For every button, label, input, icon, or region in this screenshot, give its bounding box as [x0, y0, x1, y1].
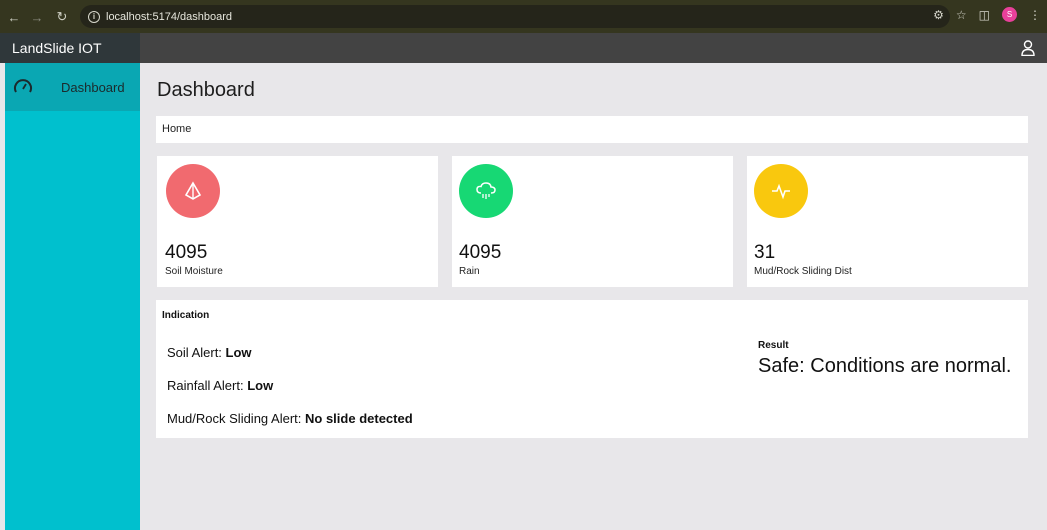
more-menu-icon[interactable]: ⋮ — [1029, 8, 1041, 22]
page-title: Dashboard — [157, 79, 255, 101]
sidebar: Dashboard — [5, 63, 140, 530]
app-header: LandSlide IOT — [0, 33, 1047, 63]
soil-alert: Soil Alert: Low — [167, 345, 252, 360]
soil-moisture-card: 4095 Soil Moisture — [157, 156, 438, 287]
breadcrumb-home[interactable]: Home — [162, 123, 191, 135]
alert-value: Low — [247, 378, 274, 393]
result-label: Result — [758, 340, 789, 351]
back-icon[interactable]: ← — [4, 7, 24, 27]
address-bar[interactable]: i localhost:5174/dashboard — [80, 5, 950, 28]
forward-icon[interactable]: → — [27, 7, 47, 27]
card-value: 4095 — [459, 242, 502, 263]
card-label: Rain — [459, 266, 480, 277]
site-info-icon[interactable]: i — [88, 10, 100, 23]
sidebar-item-label: Dashboard — [61, 80, 125, 95]
mud-rock-sliding-card: 31 Mud/Rock Sliding Dist — [747, 156, 1028, 287]
sidebar-item-dashboard[interactable]: Dashboard — [5, 63, 140, 111]
indication-title: Indication — [162, 310, 210, 321]
speedometer-icon — [14, 79, 32, 93]
alert-label: Soil Alert: — [167, 345, 226, 360]
extensions-icon[interactable]: ◫ — [979, 8, 990, 22]
alert-value: No slide detected — [305, 411, 413, 426]
rain-cloud-icon — [459, 164, 513, 218]
card-label: Mud/Rock Sliding Dist — [754, 266, 852, 277]
card-label: Soil Moisture — [165, 266, 223, 277]
pulse-icon — [754, 164, 808, 218]
bookmark-star-icon[interactable]: ☆ — [956, 8, 967, 22]
breadcrumb: Home — [156, 116, 1028, 143]
drop-icon — [166, 164, 220, 218]
rainfall-alert: Rainfall Alert: Low — [167, 378, 273, 393]
url-text: localhost:5174/dashboard — [106, 10, 232, 23]
brand-title[interactable]: LandSlide IOT — [0, 33, 140, 63]
user-icon[interactable] — [1021, 40, 1035, 56]
alert-label: Mud/Rock Sliding Alert: — [167, 411, 306, 426]
alert-label: Rainfall Alert: — [167, 378, 248, 393]
reload-icon[interactable]: ↻ — [52, 7, 72, 27]
browser-toolbar: ← → ↻ i localhost:5174/dashboard ⚙ ☆ ◫ S… — [0, 0, 1047, 33]
indication-panel: Indication Soil Alert: Low Rainfall Aler… — [156, 300, 1028, 438]
mud-rock-sliding-alert: Mud/Rock Sliding Alert: No slide detecte… — [167, 411, 413, 426]
card-value: 4095 — [165, 242, 208, 263]
profile-avatar[interactable]: S — [1002, 7, 1017, 22]
card-value: 31 — [754, 242, 776, 263]
alert-value: Low — [225, 345, 252, 360]
rain-card: 4095 Rain — [452, 156, 733, 287]
result-text: Safe: Conditions are normal. — [758, 355, 1012, 377]
password-key-icon[interactable]: ⚙ — [933, 8, 944, 22]
